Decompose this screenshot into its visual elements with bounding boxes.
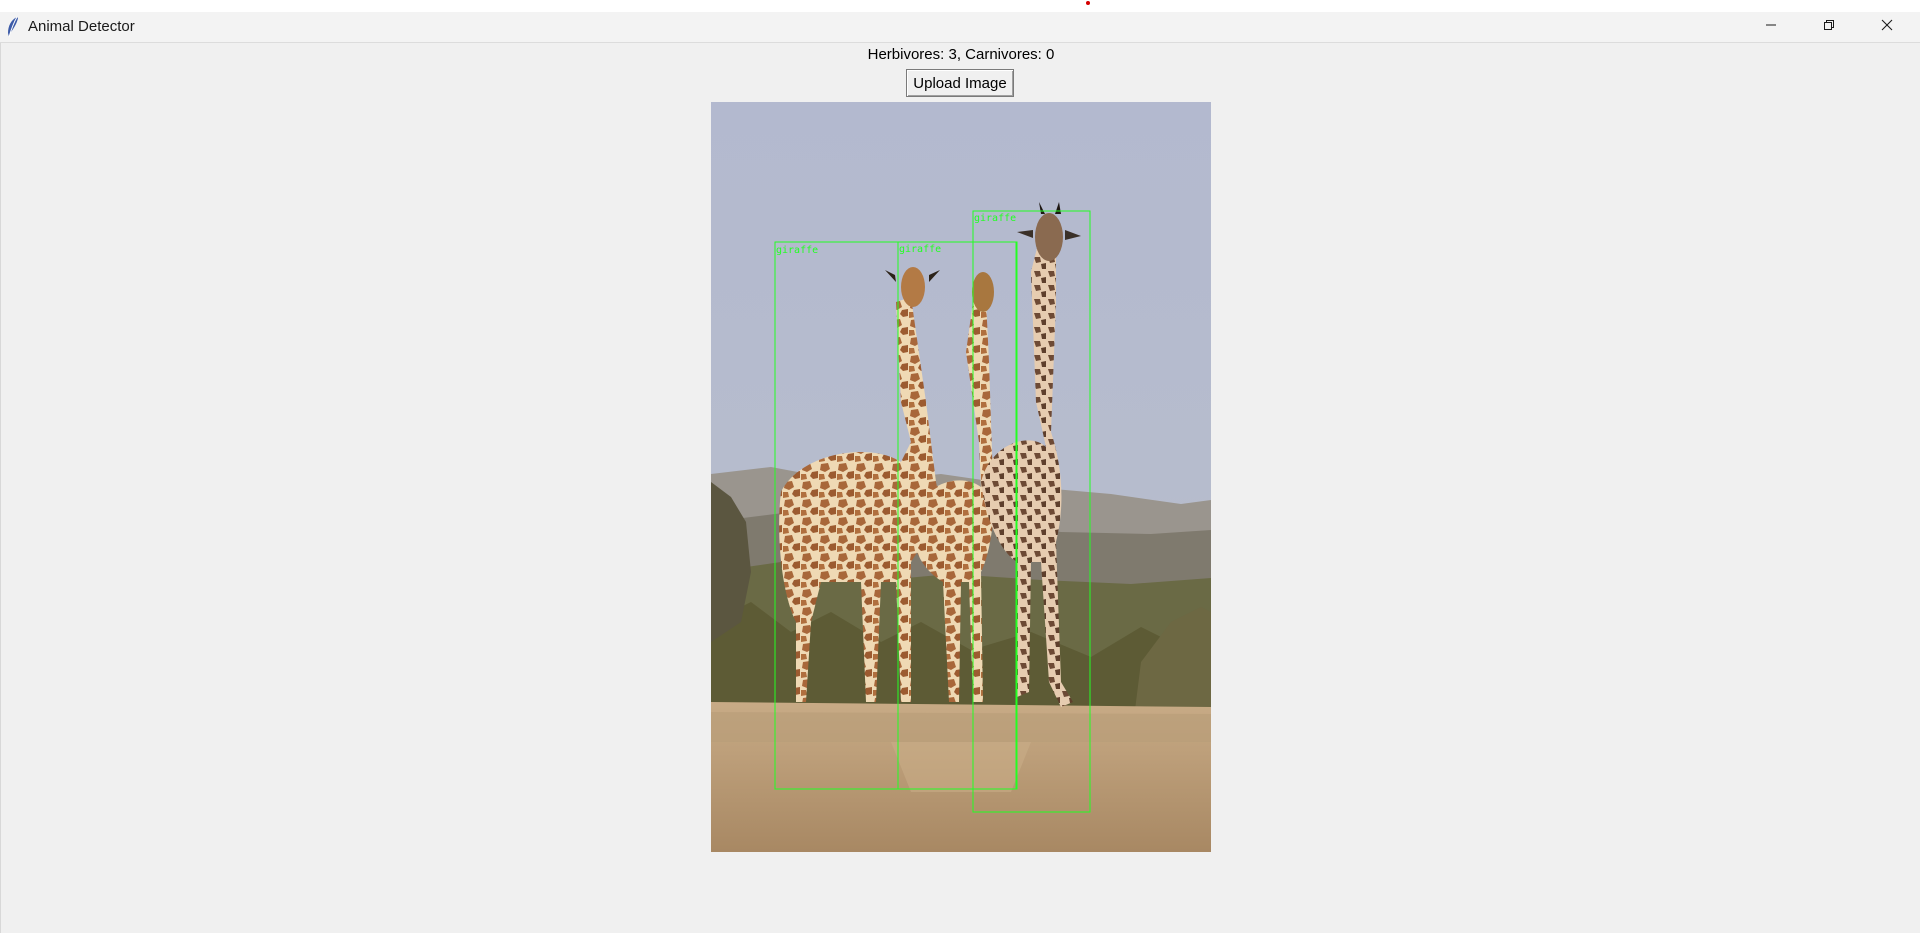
detection-label-2: giraffe xyxy=(899,244,941,255)
close-button[interactable] xyxy=(1858,12,1916,42)
title-bar[interactable]: Animal Detector xyxy=(0,12,1920,43)
detection-image: giraffe giraffe giraffe xyxy=(711,102,1211,852)
close-icon xyxy=(1881,18,1893,36)
detection-label-3: giraffe xyxy=(974,213,1016,224)
restore-button[interactable] xyxy=(1800,12,1858,42)
notification-dot xyxy=(1086,1,1090,5)
detection-label-1: giraffe xyxy=(776,245,818,256)
photo-background xyxy=(711,102,1211,852)
main-content: Herbivores: 3, Carnivores: 0 Upload Imag… xyxy=(0,43,1920,933)
detection-count-label: Herbivores: 3, Carnivores: 0 xyxy=(867,46,1055,63)
window-title: Animal Detector xyxy=(28,18,135,35)
restore-icon xyxy=(1823,18,1835,36)
minimize-icon xyxy=(1765,18,1777,36)
app-window: Animal Detector Herbivores: 3, Carnivore… xyxy=(0,0,1920,933)
screen-top-strip xyxy=(0,0,1920,12)
feather-icon xyxy=(5,16,21,38)
minimize-button[interactable] xyxy=(1742,12,1800,42)
upload-image-button[interactable]: Upload Image xyxy=(906,69,1014,97)
